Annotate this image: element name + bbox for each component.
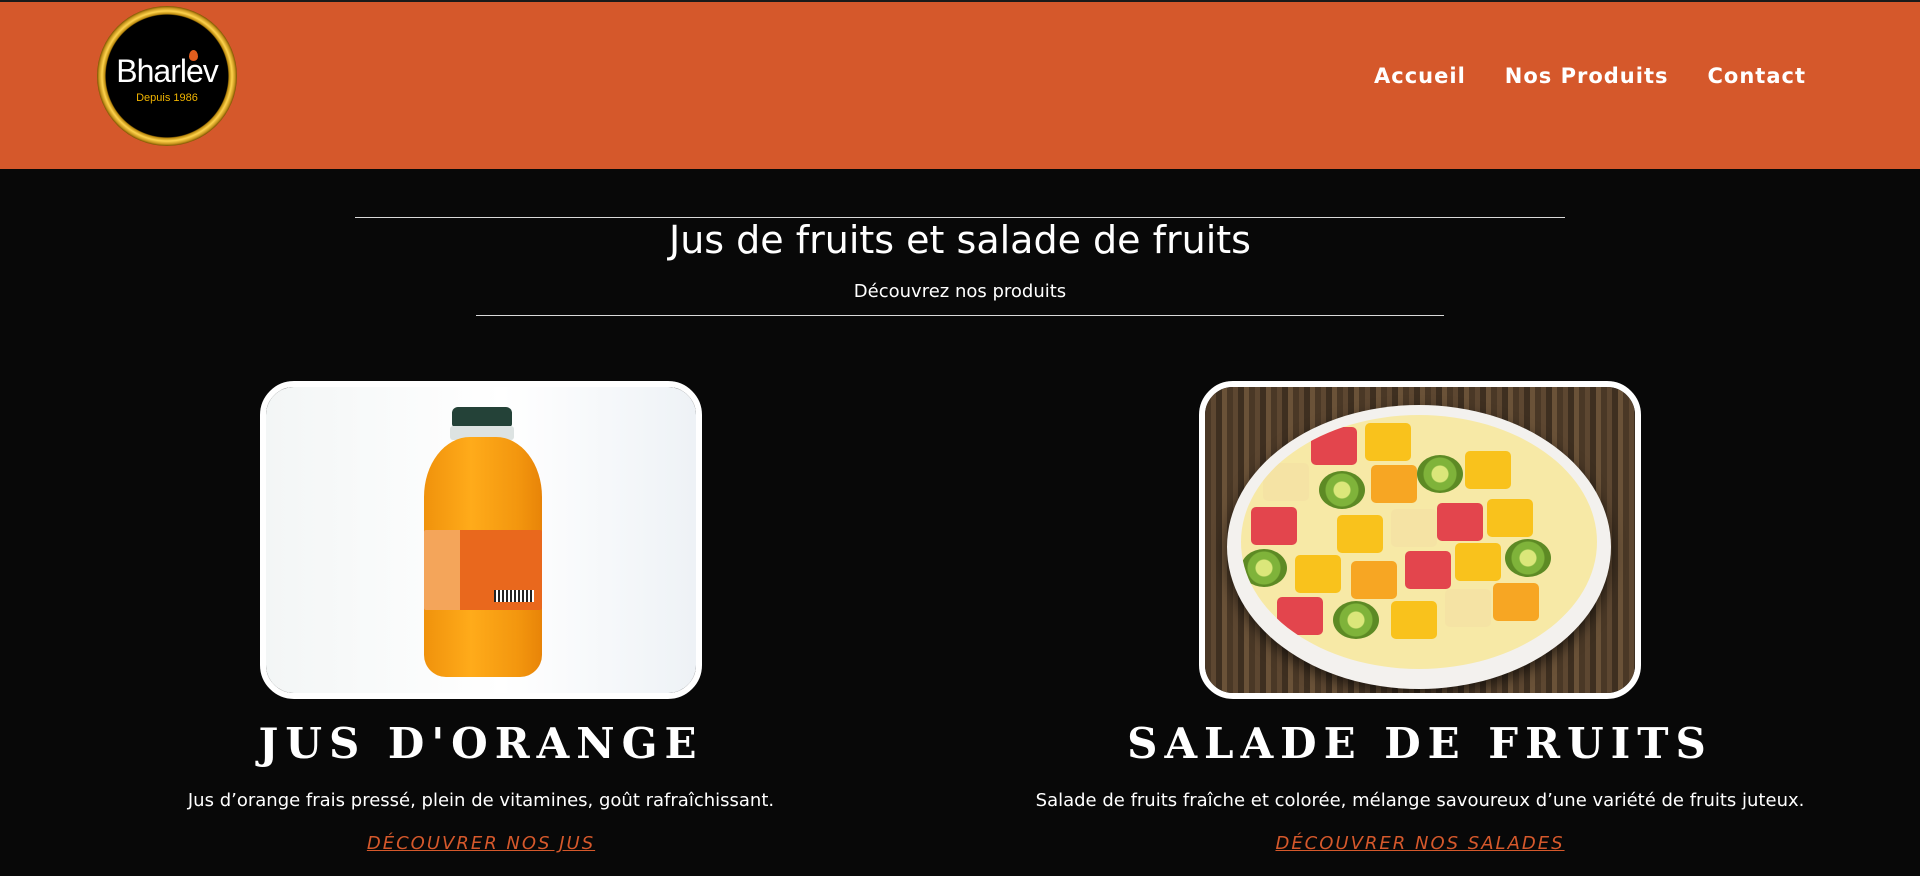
- fruit-salad-image[interactable]: [1199, 381, 1641, 699]
- product-description: Salade de fruits fraîche et colorée, mél…: [1035, 790, 1805, 811]
- site-header: Bharlev Depuis 1986 Accueil Nos Produits…: [0, 0, 1920, 169]
- product-description: Jus d’orange frais pressé, plein de vita…: [187, 790, 775, 811]
- section-subtitle: Découvrez nos produits: [853, 281, 1067, 302]
- product-card-salad: SALADE DE FRUITS Salade de fruits fraîch…: [970, 381, 1870, 854]
- product-title: JUS D'ORANGE: [258, 719, 704, 768]
- nav-contact[interactable]: Contact: [1708, 64, 1807, 88]
- nav-accueil[interactable]: Accueil: [1374, 64, 1466, 88]
- nav-nos-produits[interactable]: Nos Produits: [1505, 64, 1669, 88]
- logo-name: Bharlev: [116, 52, 218, 89]
- main-nav: Accueil Nos Produits Contact: [1374, 64, 1806, 88]
- product-title: SALADE DE FRUITS: [1127, 719, 1713, 768]
- section-title: Jus de fruits et salade de fruits: [669, 218, 1251, 262]
- brand-logo[interactable]: Bharlev Depuis 1986: [97, 6, 237, 146]
- discover-salads-link[interactable]: DÉCOUVRER NOS SALADES: [1275, 833, 1564, 854]
- orange-juice-image[interactable]: [260, 381, 702, 699]
- product-card-juice: JUS D'ORANGE Jus d’orange frais pressé, …: [31, 381, 931, 854]
- orange-drop-icon: [189, 50, 198, 61]
- logo-since: Depuis 1986: [136, 91, 198, 104]
- discover-juices-link[interactable]: DÉCOUVRER NOS JUS: [367, 833, 595, 854]
- divider-bottom: [476, 315, 1444, 316]
